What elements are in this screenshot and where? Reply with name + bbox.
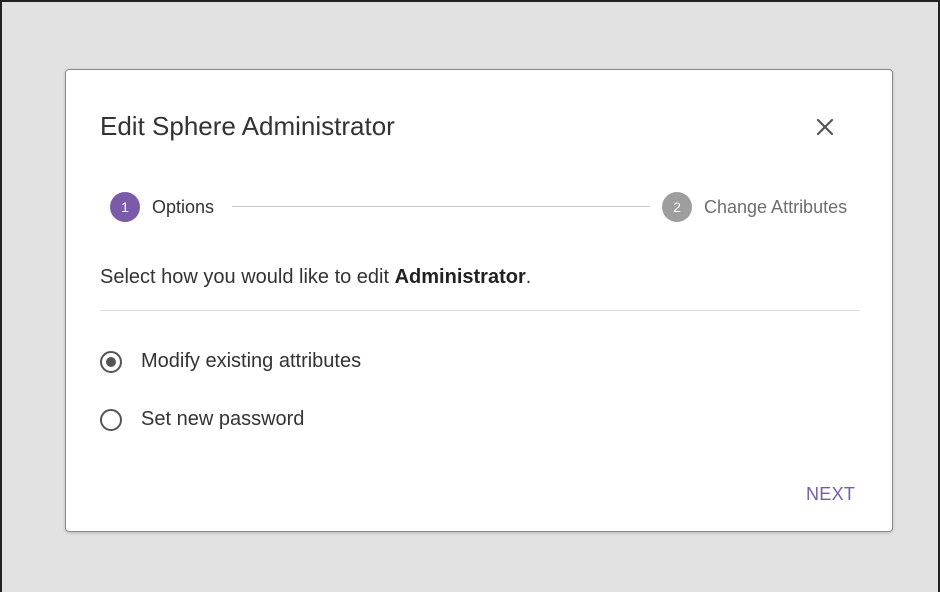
step-number-badge: 2 [662, 192, 692, 222]
option-label: Modify existing attributes [141, 350, 362, 372]
target-user-name: Administrator [394, 266, 526, 288]
step-connector-line [232, 206, 650, 207]
instruction-prefix: Select how you would like to edit [100, 266, 395, 288]
step-options: 1 Options [110, 192, 214, 222]
step-number-badge: 1 [110, 192, 140, 222]
option-set-password[interactable]: Set new password [100, 406, 304, 432]
dialog-title: Edit Sphere Administrator [100, 111, 395, 141]
close-button[interactable] [812, 114, 838, 140]
close-icon [812, 114, 838, 140]
section-divider [100, 310, 860, 311]
instruction-text: Select how you would like to edit Admini… [100, 264, 531, 290]
radio-button-unselected[interactable] [100, 409, 122, 431]
option-modify-attributes[interactable]: Modify existing attributes [100, 348, 361, 374]
next-button[interactable]: NEXT [806, 484, 855, 505]
edit-administrator-dialog: Edit Sphere Administrator 1 Options 2 Ch… [65, 69, 893, 532]
step-label: Change Attributes [704, 196, 848, 217]
radio-button-selected[interactable] [100, 351, 122, 373]
step-change-attributes: 2 Change Attributes [662, 192, 847, 222]
option-label: Set new password [141, 408, 305, 430]
instruction-suffix: . [525, 266, 532, 288]
step-label: Options [152, 196, 215, 217]
wizard-stepper: 1 Options 2 Change Attributes [110, 192, 870, 222]
